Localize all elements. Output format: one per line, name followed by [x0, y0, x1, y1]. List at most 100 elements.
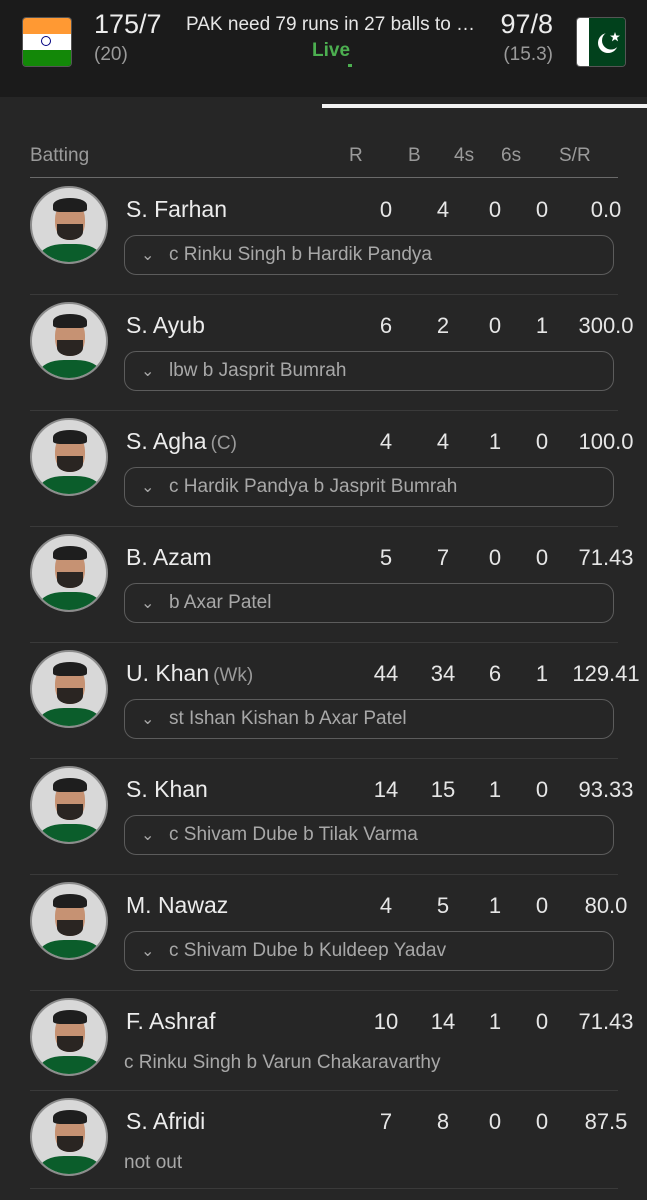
match-header: 175/7 (20) PAK need 79 runs in 27 balls …	[0, 0, 647, 97]
chevron-down-icon[interactable]: ⌄	[141, 361, 154, 381]
sixes-value: 0	[535, 197, 549, 222]
dismissal-dropdown[interactable]: ⌄ c Shivam Dube b Tilak Varma	[124, 815, 614, 855]
dismissal-text: c Hardik Pandya b Jasprit Bumrah	[169, 476, 458, 497]
dismissal-dropdown[interactable]: ⌄ c Rinku Singh b Hardik Pandya	[124, 235, 614, 275]
player-name-text: U. Khan	[126, 660, 210, 686]
strike-rate-value: 300.0	[578, 313, 634, 338]
sixes-value: 0	[535, 545, 549, 570]
player-name-text: S. Khan	[126, 776, 208, 802]
player-avatar[interactable]	[30, 998, 108, 1076]
player-name-text: S. Afridi	[126, 1108, 206, 1134]
live-badge: Live	[312, 40, 351, 61]
strike-rate-value: 87.5	[584, 1109, 628, 1134]
player-name[interactable]: S. Ayub	[126, 312, 205, 339]
india-flag-icon[interactable]	[23, 18, 71, 66]
dismissal-dropdown[interactable]: ⌄ c Shivam Dube b Kuldeep Yadav	[124, 931, 614, 971]
runs-value: 4	[379, 429, 393, 454]
sixes-value: 1	[535, 661, 549, 686]
player-role-badge: (Wk)	[213, 665, 254, 686]
player-avatar[interactable]	[30, 418, 108, 496]
player-row[interactable]: S. Agha (C) 4 4 1 0 100.0 ⌄ c Hardik Pandya b Ja…	[30, 410, 634, 527]
chevron-down-icon[interactable]: ⌄	[141, 709, 154, 729]
balls-value: 14	[430, 1009, 456, 1034]
chevron-down-icon[interactable]: ⌄	[141, 941, 154, 961]
runs-value: 7	[379, 1109, 393, 1134]
player-row[interactable]: F. Ashraf 10 14 1 0 71.43 c Rinku Singh b Varu…	[30, 990, 634, 1091]
batting-table-header: Batting R B 4s 6s S/R	[30, 145, 618, 178]
strike-rate-value: 80.0	[584, 893, 628, 918]
dismissal-text: st Ishan Kishan b Axar Patel	[169, 708, 407, 729]
player-name-text: F. Ashraf	[126, 1008, 216, 1034]
balls-value: 34	[430, 661, 456, 686]
player-row[interactable]: S. Khan 14 15 1 0 93.33 ⌄ c Shivam Dube b Tilak…	[30, 758, 634, 875]
chevron-down-icon[interactable]: ⌄	[141, 593, 154, 613]
strike-rate-value: 129.41	[572, 661, 640, 686]
player-name[interactable]: S. Afridi	[126, 1108, 205, 1135]
player-avatar[interactable]	[30, 766, 108, 844]
player-name-text: M. Nawaz	[126, 892, 229, 918]
live-indicator-icon	[348, 64, 352, 67]
player-row[interactable]: B. Azam 5 7 0 0 71.43 ⌄ b Axar Patel	[30, 526, 634, 643]
chevron-down-icon[interactable]: ⌄	[141, 825, 154, 845]
player-avatar[interactable]	[30, 302, 108, 380]
strike-rate-value: 93.33	[578, 777, 634, 802]
player-name-text: S. Ayub	[126, 312, 205, 338]
sixes-value: 0	[535, 1009, 549, 1034]
player-avatar[interactable]	[30, 882, 108, 960]
runs-value: 0	[379, 197, 393, 222]
strike-rate-header: S/R	[559, 145, 591, 166]
player-avatar[interactable]	[30, 650, 108, 728]
player-row[interactable]: S. Afridi 7 8 0 0 87.5 not out	[30, 1090, 627, 1189]
balls-value: 5	[436, 893, 450, 918]
player-avatar[interactable]	[30, 186, 108, 264]
chevron-down-icon[interactable]: ⌄	[141, 245, 154, 265]
player-name[interactable]: B. Azam	[126, 544, 212, 571]
runs-value: 4	[379, 893, 393, 918]
sixes-value: 0	[535, 429, 549, 454]
player-name[interactable]: S. Khan	[126, 776, 208, 803]
player-row[interactable]: S. Farhan 0 4 0 0 0.0 ⌄ c Rinku Singh b Hardik …	[30, 178, 621, 295]
balls-value: 8	[436, 1109, 450, 1134]
player-name[interactable]: M. Nawaz	[126, 892, 228, 919]
player-name[interactable]: F. Ashraf	[126, 1008, 215, 1035]
player-row[interactable]: U. Khan (Wk) 44 34 6 1 129.41 ⌄ st Ishan Kishan …	[30, 642, 640, 759]
chevron-down-icon[interactable]: ⌄	[141, 477, 154, 497]
dismissal-text: c Rinku Singh b Hardik Pandya	[169, 244, 432, 265]
strike-rate-value: 71.43	[578, 1009, 634, 1034]
runs-value: 44	[373, 661, 399, 686]
dismissal-dropdown[interactable]: ⌄ st Ishan Kishan b Axar Patel	[124, 699, 614, 739]
player-name[interactable]: U. Khan (Wk)	[126, 660, 253, 687]
sixes-value: 0	[535, 777, 549, 802]
player-name-text: S. Farhan	[126, 196, 227, 222]
player-row[interactable]: S. Ayub 6 2 0 1 300.0 ⌄ lbw b Jasprit Bumrah	[30, 294, 634, 411]
player-name[interactable]: S. Agha (C)	[126, 428, 237, 455]
runs-value: 5	[379, 545, 393, 570]
innings-tab-indicator[interactable]	[322, 104, 647, 108]
sixes-value: 0	[535, 893, 549, 918]
strike-rate-value: 0.0	[590, 197, 622, 222]
balls-value: 4	[436, 197, 450, 222]
player-role-badge: (C)	[210, 433, 237, 454]
dismissal-text: c Shivam Dube b Kuldeep Yadav	[169, 940, 447, 961]
dismissal-text: c Shivam Dube b Tilak Varma	[169, 824, 418, 845]
player-avatar[interactable]	[30, 534, 108, 612]
away-overs: (15.3)	[503, 44, 553, 65]
strike-rate-value: 100.0	[578, 429, 634, 454]
player-name[interactable]: S. Farhan	[126, 196, 227, 223]
runs-value: 14	[373, 777, 399, 802]
player-avatar[interactable]	[30, 1098, 108, 1176]
strike-rate-value: 71.43	[578, 545, 634, 570]
runs-header: R	[349, 145, 363, 166]
dismissal-dropdown[interactable]: ⌄ lbw b Jasprit Bumrah	[124, 351, 614, 391]
pakistan-flag-icon[interactable]	[577, 18, 625, 66]
home-score: 175/7	[94, 9, 162, 39]
balls-header: B	[408, 145, 421, 166]
runs-value: 6	[379, 313, 393, 338]
sixes-value: 1	[535, 313, 549, 338]
player-row[interactable]: M. Nawaz 4 5 1 0 80.0 ⌄ c Shivam Dube b Kuldeep…	[30, 874, 627, 991]
dismissal-dropdown[interactable]: ⌄ c Hardik Pandya b Jasprit Bumrah	[124, 467, 614, 507]
dismissal-dropdown[interactable]: ⌄ b Axar Patel	[124, 583, 614, 623]
fours-header: 4s	[454, 145, 475, 166]
balls-value: 7	[436, 545, 450, 570]
player-name-text: S. Agha	[126, 428, 207, 454]
